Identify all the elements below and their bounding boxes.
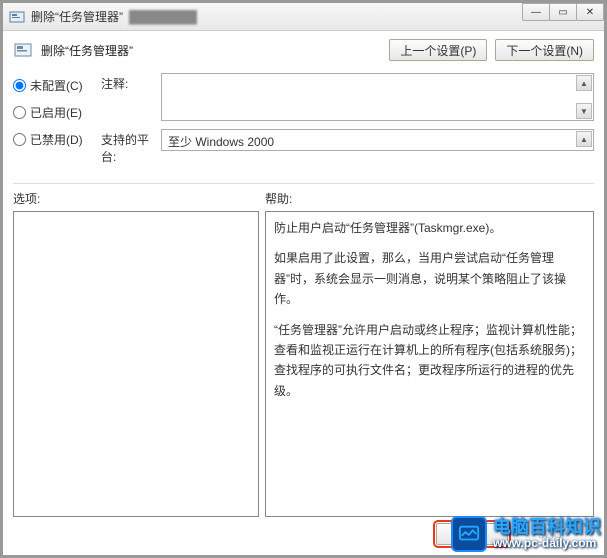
watermark: 电脑百科知识 www.pc-daily.com [451,516,601,552]
dialog-window: 删除“任务管理器” ████████ — ▭ ✕ 删除“任务管理器” 上一个设置… [0,0,607,558]
help-paragraph: 防止用户启动“任务管理器”(Taskmgr.exe)。 [274,218,585,238]
titlebar: 删除“任务管理器” ████████ — ▭ ✕ [3,3,604,31]
help-pane[interactable]: 防止用户启动“任务管理器”(Taskmgr.exe)。 如果启用了此设置，那么，… [265,211,594,517]
radio-not-configured-label: 未配置(C) [30,77,83,94]
radio-enabled-input[interactable] [13,106,26,119]
header-row: 删除“任务管理器” 上一个设置(P) 下一个设置(N) [13,39,594,61]
divider [13,183,594,184]
content-area: 删除“任务管理器” 上一个设置(P) 下一个设置(N) 未配置(C) 已启用(E… [3,31,604,555]
minimize-button[interactable]: — [522,3,550,21]
platform-row: 支持的平台: 至少 Windows 2000 ▲ [101,129,594,165]
policy-title: 删除“任务管理器” [41,42,381,59]
watermark-text: 电脑百科知识 www.pc-daily.com [493,518,601,551]
help-label: 帮助: [265,190,292,207]
platform-value: 至少 Windows 2000 [168,135,274,149]
radio-disabled[interactable]: 已禁用(D) [13,131,93,148]
pane-labels: 选项: 帮助: [13,190,594,207]
help-paragraph: “任务管理器”允许用户启动或终止程序；监视计算机性能；查看和监视正运行在计算机上… [274,320,585,402]
radio-not-configured-input[interactable] [13,79,26,92]
platform-label: 支持的平台: [101,129,161,165]
app-icon [9,9,25,25]
window-title: 删除“任务管理器” [31,8,123,25]
watermark-url: www.pc-daily.com [493,537,601,550]
radio-enabled[interactable]: 已启用(E) [13,104,93,121]
state-radio-group: 未配置(C) 已启用(E) 已禁用(D) [13,73,93,173]
radio-disabled-label: 已禁用(D) [30,131,83,148]
scroll-down-icon[interactable]: ▼ [576,103,592,119]
options-pane[interactable] [13,211,259,517]
next-setting-button[interactable]: 下一个设置(N) [495,39,594,61]
comment-row: 注释: ▲ ▼ [101,73,594,121]
window-controls: — ▭ ✕ [523,3,604,23]
platform-field: 至少 Windows 2000 ▲ [161,129,594,151]
comment-label: 注释: [101,73,161,92]
policy-icon [13,40,33,60]
watermark-logo-icon [451,516,487,552]
scroll-up-icon[interactable]: ▲ [576,75,592,91]
watermark-title: 电脑百科知识 [493,518,601,538]
options-label: 选项: [13,190,265,207]
help-paragraph: 如果启用了此设置，那么，当用户尝试启动“任务管理器”时，系统会显示一则消息，说明… [274,248,585,309]
config-area: 未配置(C) 已启用(E) 已禁用(D) 注释: ▲ ▼ [13,73,594,173]
fields-column: 注释: ▲ ▼ 支持的平台: 至少 Windows 2000 ▲ [101,73,594,173]
radio-disabled-input[interactable] [13,133,26,146]
scroll-up-icon[interactable]: ▲ [576,131,592,147]
comment-textarea[interactable]: ▲ ▼ [161,73,594,121]
radio-not-configured[interactable]: 未配置(C) [13,77,93,94]
panes: 防止用户启动“任务管理器”(Taskmgr.exe)。 如果启用了此设置，那么，… [13,211,594,517]
window-title-extra: ████████ [129,10,197,24]
prev-setting-button[interactable]: 上一个设置(P) [389,39,487,61]
radio-enabled-label: 已启用(E) [30,104,82,121]
maximize-button[interactable]: ▭ [549,3,577,21]
close-button[interactable]: ✕ [576,3,604,21]
